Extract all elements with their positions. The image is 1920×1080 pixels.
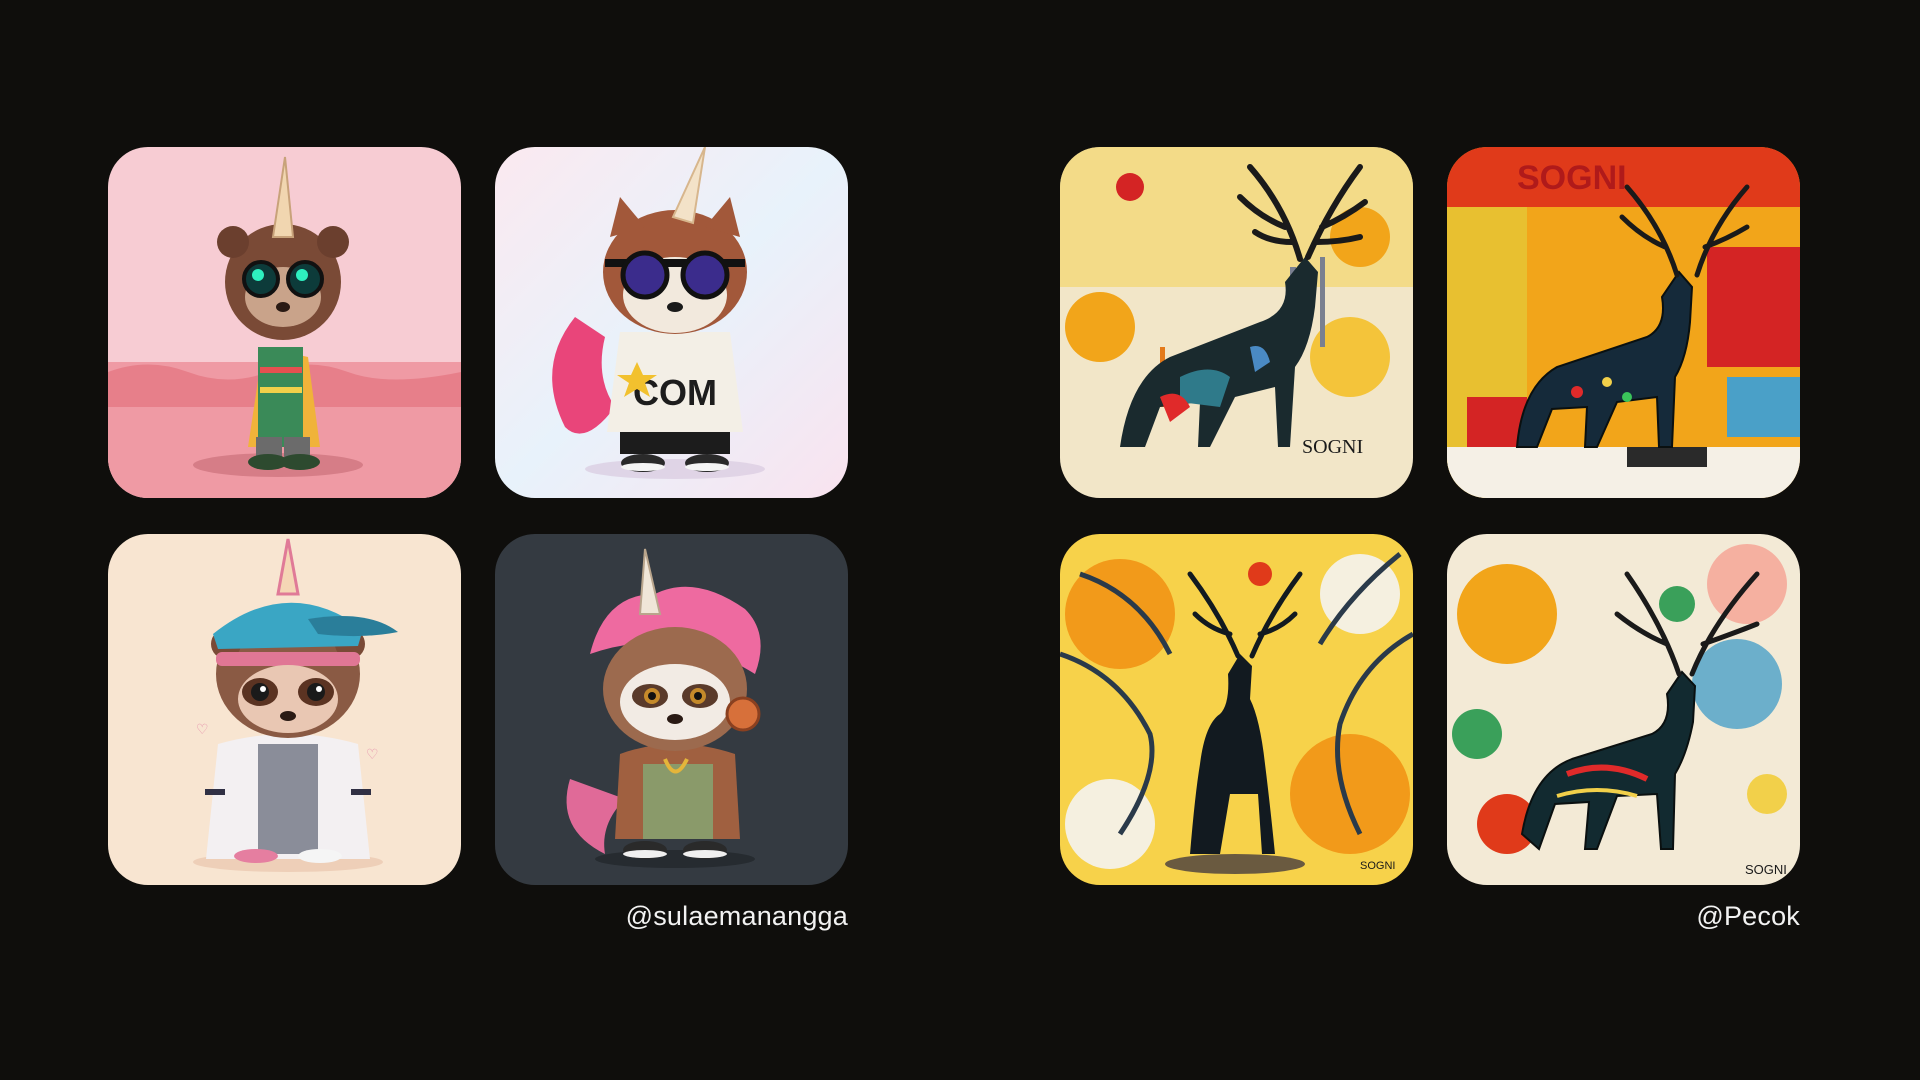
artwork-tile-sloth-cap-hoodie[interactable]: ♡ ♡ [108, 534, 461, 885]
sloth-cap-hoodie-illustration: ♡ ♡ [108, 534, 461, 885]
artwork-tile-deer-drips[interactable]: SOGNI [1060, 147, 1413, 498]
artwork-tile-raccoon-com-jacket[interactable]: COM [495, 147, 848, 498]
artist-group-sulaemanangga: COM ♡ ♡ @sulaemanangga [108, 147, 848, 932]
artwork-tile-deer-splatter[interactable]: SOGNI [1447, 534, 1800, 885]
svg-text:♡: ♡ [196, 722, 209, 738]
image-grid: SOGNI SOGNI SOGNI SOGNI [1060, 147, 1800, 885]
image-grid: COM ♡ ♡ [108, 147, 848, 885]
deer-drips-illustration: SOGNI [1060, 147, 1413, 498]
svg-text:♡: ♡ [366, 747, 379, 763]
sogni-graffiti-text: SOGNI [1517, 159, 1627, 197]
sogni-signature: SOGNI [1745, 862, 1787, 877]
deer-splatter-illustration: SOGNI [1447, 534, 1800, 885]
artwork-tile-sloth-headphones[interactable] [495, 534, 848, 885]
artist-credit[interactable]: @Pecok [1060, 901, 1800, 932]
artwork-tile-deer-graffiti[interactable]: SOGNI [1447, 147, 1800, 498]
artist-group-pecok: SOGNI SOGNI SOGNI SOGNI @Pecok [1060, 147, 1800, 932]
sogni-signature: SOGNI [1360, 860, 1395, 872]
raccoon-com-jacket-illustration: COM [495, 147, 848, 498]
artist-credit[interactable]: @sulaemanangga [108, 901, 848, 932]
deer-graffiti-illustration: SOGNI [1447, 147, 1800, 498]
artwork-tile-sloth-yellow-jacket[interactable] [108, 147, 461, 498]
deer-branches-illustration: SOGNI [1060, 534, 1413, 885]
artwork-tile-deer-branches[interactable]: SOGNI [1060, 534, 1413, 885]
sloth-headphones-illustration [495, 534, 848, 885]
sogni-signature: SOGNI [1302, 436, 1363, 458]
sloth-yellow-jacket-illustration [108, 147, 461, 498]
